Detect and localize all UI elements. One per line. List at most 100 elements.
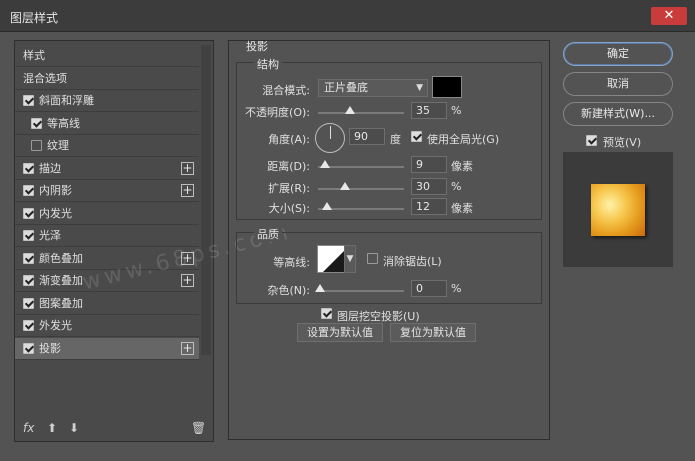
cancel-button[interactable]: 取消 xyxy=(563,72,673,96)
style-list-label: 等高线 xyxy=(47,116,80,130)
chevron-down-icon: ▼ xyxy=(416,83,423,93)
trash-icon[interactable]: 🗑 xyxy=(191,421,206,435)
style-list-item[interactable]: 投影 + xyxy=(15,337,199,360)
blend-mode-select[interactable]: 正片叠底 ▼ xyxy=(318,79,428,97)
style-list-item[interactable]: 斜面和浮雕 xyxy=(15,90,199,112)
preview-checkbox[interactable] xyxy=(586,135,597,146)
knockout-label: 图层挖空投影(U) xyxy=(337,310,420,323)
style-checkbox[interactable] xyxy=(23,207,34,219)
style-list-item[interactable]: 外发光 xyxy=(15,315,199,337)
style-checkbox[interactable] xyxy=(31,117,42,129)
style-checkbox[interactable] xyxy=(23,320,34,331)
contour-dropdown[interactable]: ▼ xyxy=(344,245,356,273)
style-list-label: 外发光 xyxy=(39,319,72,332)
style-list-item[interactable]: 混合选项 xyxy=(15,68,199,90)
distance-slider-track[interactable] xyxy=(318,166,404,168)
distance-label: 距离(D): xyxy=(267,160,310,173)
style-list-label: 描边 xyxy=(39,161,61,175)
antialias-checkbox[interactable] xyxy=(367,253,378,264)
move-down-icon[interactable]: ⬇ xyxy=(69,421,79,435)
style-checkbox[interactable] xyxy=(23,95,34,106)
size-input[interactable]: 12 xyxy=(411,198,447,215)
style-checkbox[interactable] xyxy=(31,140,42,151)
spread-label: 扩展(R): xyxy=(268,182,310,195)
add-effect-icon[interactable]: + xyxy=(181,184,194,197)
new-style-button[interactable]: 新建样式(W)... xyxy=(563,102,673,126)
size-slider-thumb[interactable] xyxy=(322,202,332,210)
add-effect-icon[interactable]: + xyxy=(181,274,194,287)
style-checkbox[interactable] xyxy=(23,252,34,264)
style-list-item[interactable]: 光泽 xyxy=(15,225,199,247)
style-list-item[interactable]: 样式 xyxy=(15,45,199,67)
noise-slider-thumb[interactable] xyxy=(315,284,325,292)
spread-slider-thumb[interactable] xyxy=(340,182,350,190)
size-unit: 像素 xyxy=(451,202,473,215)
window-title: 图层样式 xyxy=(10,11,59,25)
noise-label: 杂色(N): xyxy=(267,284,310,297)
style-checkbox[interactable] xyxy=(23,230,34,241)
noise-input[interactable]: 0 xyxy=(411,280,447,297)
chevron-down-icon: ▼ xyxy=(346,254,354,264)
global-light-label: 使用全局光(G) xyxy=(427,133,500,146)
opacity-slider-track[interactable] xyxy=(318,112,404,114)
style-list-footer: fx ⬆ ⬇ 🗑 xyxy=(15,421,213,441)
style-list-item[interactable]: 描边 + xyxy=(15,158,199,180)
ok-button[interactable]: 确定 xyxy=(563,42,673,66)
add-effect-icon[interactable]: + xyxy=(181,161,194,175)
angle-label: 角度(A): xyxy=(268,133,310,146)
add-effect-icon[interactable]: + xyxy=(181,341,194,355)
spread-input[interactable]: 30 xyxy=(411,178,447,195)
style-checkbox[interactable] xyxy=(23,297,34,309)
style-list-label: 内阴影 xyxy=(39,184,72,197)
knockout-checkbox[interactable] xyxy=(321,308,332,319)
style-checkbox[interactable] xyxy=(23,162,34,174)
size-label: 大小(S): xyxy=(268,202,310,215)
quality-title: 品质 xyxy=(254,226,282,242)
style-checkbox[interactable] xyxy=(23,185,34,196)
style-list-label: 投影 xyxy=(39,341,61,355)
style-list-label: 样式 xyxy=(23,49,45,62)
style-list-label: 纹理 xyxy=(47,139,69,152)
distance-input[interactable]: 9 xyxy=(411,156,447,173)
reset-default-button[interactable]: 复位为默认值 xyxy=(390,323,476,342)
spread-unit: % xyxy=(451,180,462,193)
preview-thumbnail xyxy=(591,184,645,236)
noise-slider-track[interactable] xyxy=(318,290,404,292)
style-list-item[interactable]: 图案叠加 xyxy=(15,293,199,315)
blend-mode-value: 正片叠底 xyxy=(324,81,368,94)
spread-slider-track[interactable] xyxy=(318,188,404,190)
style-checkbox[interactable] xyxy=(23,342,34,354)
style-list-item[interactable]: 内发光 xyxy=(15,203,199,225)
style-list-label: 渐变叠加 xyxy=(39,274,83,287)
style-list-label: 光泽 xyxy=(39,229,61,242)
global-light-checkbox[interactable] xyxy=(411,131,422,142)
opacity-unit: % xyxy=(451,104,462,117)
style-list-scrollbar[interactable] xyxy=(201,45,211,355)
style-list-label: 颜色叠加 xyxy=(39,251,83,265)
style-list-item[interactable]: 等高线 xyxy=(15,113,199,135)
section-title: 投影 xyxy=(246,40,268,53)
style-list-item[interactable]: 内阴影 + xyxy=(15,180,199,202)
style-list-item[interactable]: 纹理 xyxy=(15,135,199,157)
style-checkbox[interactable] xyxy=(23,275,34,286)
shadow-color-swatch[interactable] xyxy=(432,76,462,98)
style-list-label: 图案叠加 xyxy=(39,296,83,310)
opacity-label: 不透明度(O): xyxy=(245,106,310,119)
close-button[interactable]: ✕ xyxy=(651,7,687,25)
title-bar: 图层样式 ✕ xyxy=(0,0,695,32)
noise-unit: % xyxy=(451,282,462,295)
opacity-input[interactable]: 35 xyxy=(411,102,447,119)
style-list-label: 斜面和浮雕 xyxy=(39,94,94,107)
set-default-button[interactable]: 设置为默认值 xyxy=(297,323,383,342)
angle-input[interactable]: 90 xyxy=(349,128,385,145)
angle-dial[interactable] xyxy=(315,123,345,153)
fx-icon[interactable]: fx xyxy=(23,421,34,435)
style-list-panel: 样式混合选项斜面和浮雕等高线纹理描边 + 内阴影 + 内发光光泽颜色叠加 + 渐变叠加 + 图案… xyxy=(14,40,214,442)
opacity-slider-thumb[interactable] xyxy=(345,106,355,114)
structure-title: 结构 xyxy=(254,56,282,72)
contour-label: 等高线: xyxy=(273,256,310,269)
move-up-icon[interactable]: ⬆ xyxy=(47,421,57,435)
distance-slider-thumb[interactable] xyxy=(320,160,330,168)
angle-unit: 度 xyxy=(390,133,401,146)
style-list-label: 内发光 xyxy=(39,206,72,220)
